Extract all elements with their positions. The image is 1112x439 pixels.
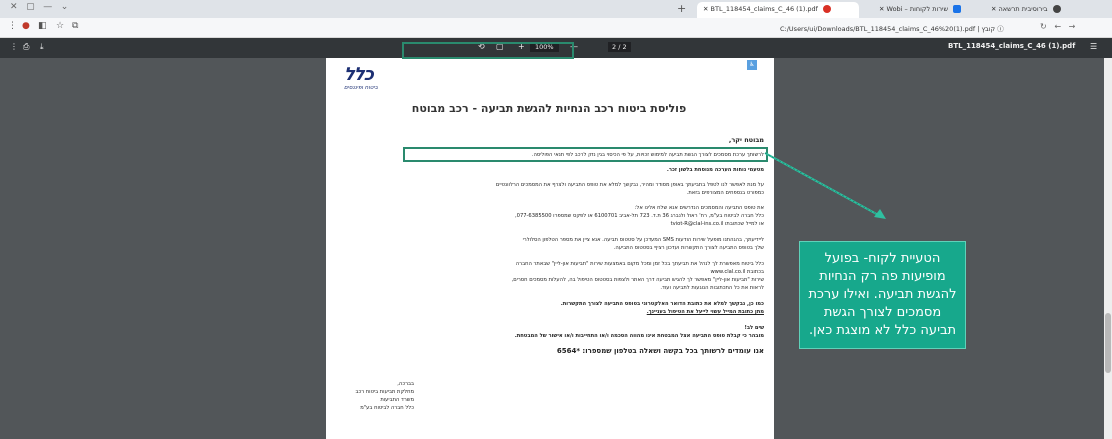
doc-line: שים לב! [744,325,764,331]
page-field[interactable]: 2 / 2 [608,42,631,52]
doc-line: ליידיעתך, בהגהתנו מופעל שירות הודעות SMS… [522,237,764,243]
bookmark-icon[interactable]: ☆ [56,21,64,31]
doc-line: מובהר כי קבלת טופס התביעה אצל המבטחת אינ… [514,333,764,339]
phone-line: אנו עומדים לרשותך בכל בקשה ושאלה בטלפון … [556,347,764,355]
more-icon[interactable]: ⋮ [10,42,18,51]
signature-line: בברכה, [397,381,414,387]
address-bar: ⋮ ● ◧ ☆ ⧉ C:/Users/ui/Downloads/BTL_1184… [0,18,1112,38]
extension-icon[interactable]: ⧉ [72,21,78,31]
arrow-annotation [764,152,886,219]
doc-line: על מנת לאפשר לנו לטפל בתביעתך באופן מסוד… [495,182,764,188]
url-field[interactable]: C:/Users/ui/Downloads/BTL_118454_claims_… [780,23,1004,33]
print-icon[interactable]: ⎙ [23,42,29,52]
doc-line: לראות את כל התכתובות הנוגעות לתביעה ועוד… [660,285,764,291]
clal-logo: כלל ביטוח ופיננסים [344,64,404,92]
tab-label: בירוסיבית תרשאה [998,5,1048,13]
doc-line: או למייל שכתובתו tviot-R@clal-ins.co.il [670,221,764,227]
scrollbar[interactable] [1104,58,1112,439]
close-icon[interactable]: ✕ [703,5,708,13]
doc-line: מתן כתובת המייל עשוי לייעל את הטיפול בענ… [646,309,764,315]
nav-buttons[interactable]: ↻ ← → [1040,22,1075,31]
doc-line: שלך בטופס התביעה לצורך התקשרות ועדכון רצ… [613,245,764,251]
signature-line: משרד התביעות [380,397,414,403]
doc-line: את טופס התביעה והמסמכים הנדרשים אנא שלח … [634,205,764,211]
pdf-filename: BTL_118454_claims_C_46 (1).pdf [948,42,1076,50]
doc-line: כלל ביטוח מאפשרת לך לנהל את תביעתך בכל ז… [515,261,764,267]
highlight-line [403,147,768,162]
profile-icon[interactable]: ● [22,21,30,31]
sidebar-icon[interactable]: ◧ [38,21,47,31]
doc-line: בכתובת www.clal.co.il [710,269,764,275]
close-icon[interactable]: ✕ [879,5,884,13]
scrollbar-thumb[interactable] [1105,313,1111,373]
download-icon[interactable]: ⤓ [40,42,44,52]
site-icon [953,5,962,13]
window-controls[interactable]: ✕ ▢ — ⌄ [10,2,68,12]
doc-line: שירות "תביעות און-ליין" מאפשר לך להגיש ת… [511,277,764,283]
menu-icon[interactable]: ⋮ [8,21,17,31]
signature-line: מחלקת תביעות ביטוח רכב [355,389,414,395]
hamburger-icon[interactable]: ☰ [1090,42,1097,51]
greeting: מבוטח יקר, [728,136,764,144]
doc-line: כמו כן, נבקשך למלא את כתובת הדואר האלקטר… [560,301,764,307]
tab-label: BTL_118454_claims_C_46 (1).pdf [710,5,818,13]
tab-third[interactable]: ✕ בירוסיבית תרשאה [985,2,1110,18]
site-icon [1052,5,1061,13]
close-icon[interactable]: ✕ [991,5,996,13]
new-tab-icon[interactable]: + [677,2,686,15]
doc-line: מטעמי נוחות הערכה מנוסחת בלשון זכר. [666,167,764,173]
tab-bar: ✕ ▢ — ⌄ + ✕ BTL_118454_claims_C_46 (1).p… [0,0,1112,18]
signature-line: כלל חברה לביטוח בע"מ [360,405,414,411]
accessibility-icon[interactable]: ♿ [747,60,757,70]
pdf-page: כלל ביטוח ופיננסים ♿ פוליסת ביטוח רכב הנ… [326,58,774,439]
tab-label: Wobi – שירות לקוחות [886,5,949,13]
document-title: פוליסת ביטוח רכב הנחיות להגשת תביעה - רכ… [411,102,687,115]
tab-wobi[interactable]: ✕ Wobi – שירות לקוחות [873,2,969,18]
doc-line: כמפורט בנספחים המצורפים בזאת. [686,190,764,196]
logo-text: כלל [344,64,374,85]
highlight-title [402,42,574,59]
annotation-callout: הטעיית לקוח- בפועל מופיעות פה רק הנחיות … [799,241,966,349]
pdf-icon [823,5,832,13]
logo-subtext: ביטוח ופיננסים [344,85,378,91]
doc-line: כלל חברה לביטוח בע"מ, רח' ראול ולנברג 36… [514,213,764,219]
tab-pdf[interactable]: ✕ BTL_118454_claims_C_46 (1).pdf [697,2,859,18]
